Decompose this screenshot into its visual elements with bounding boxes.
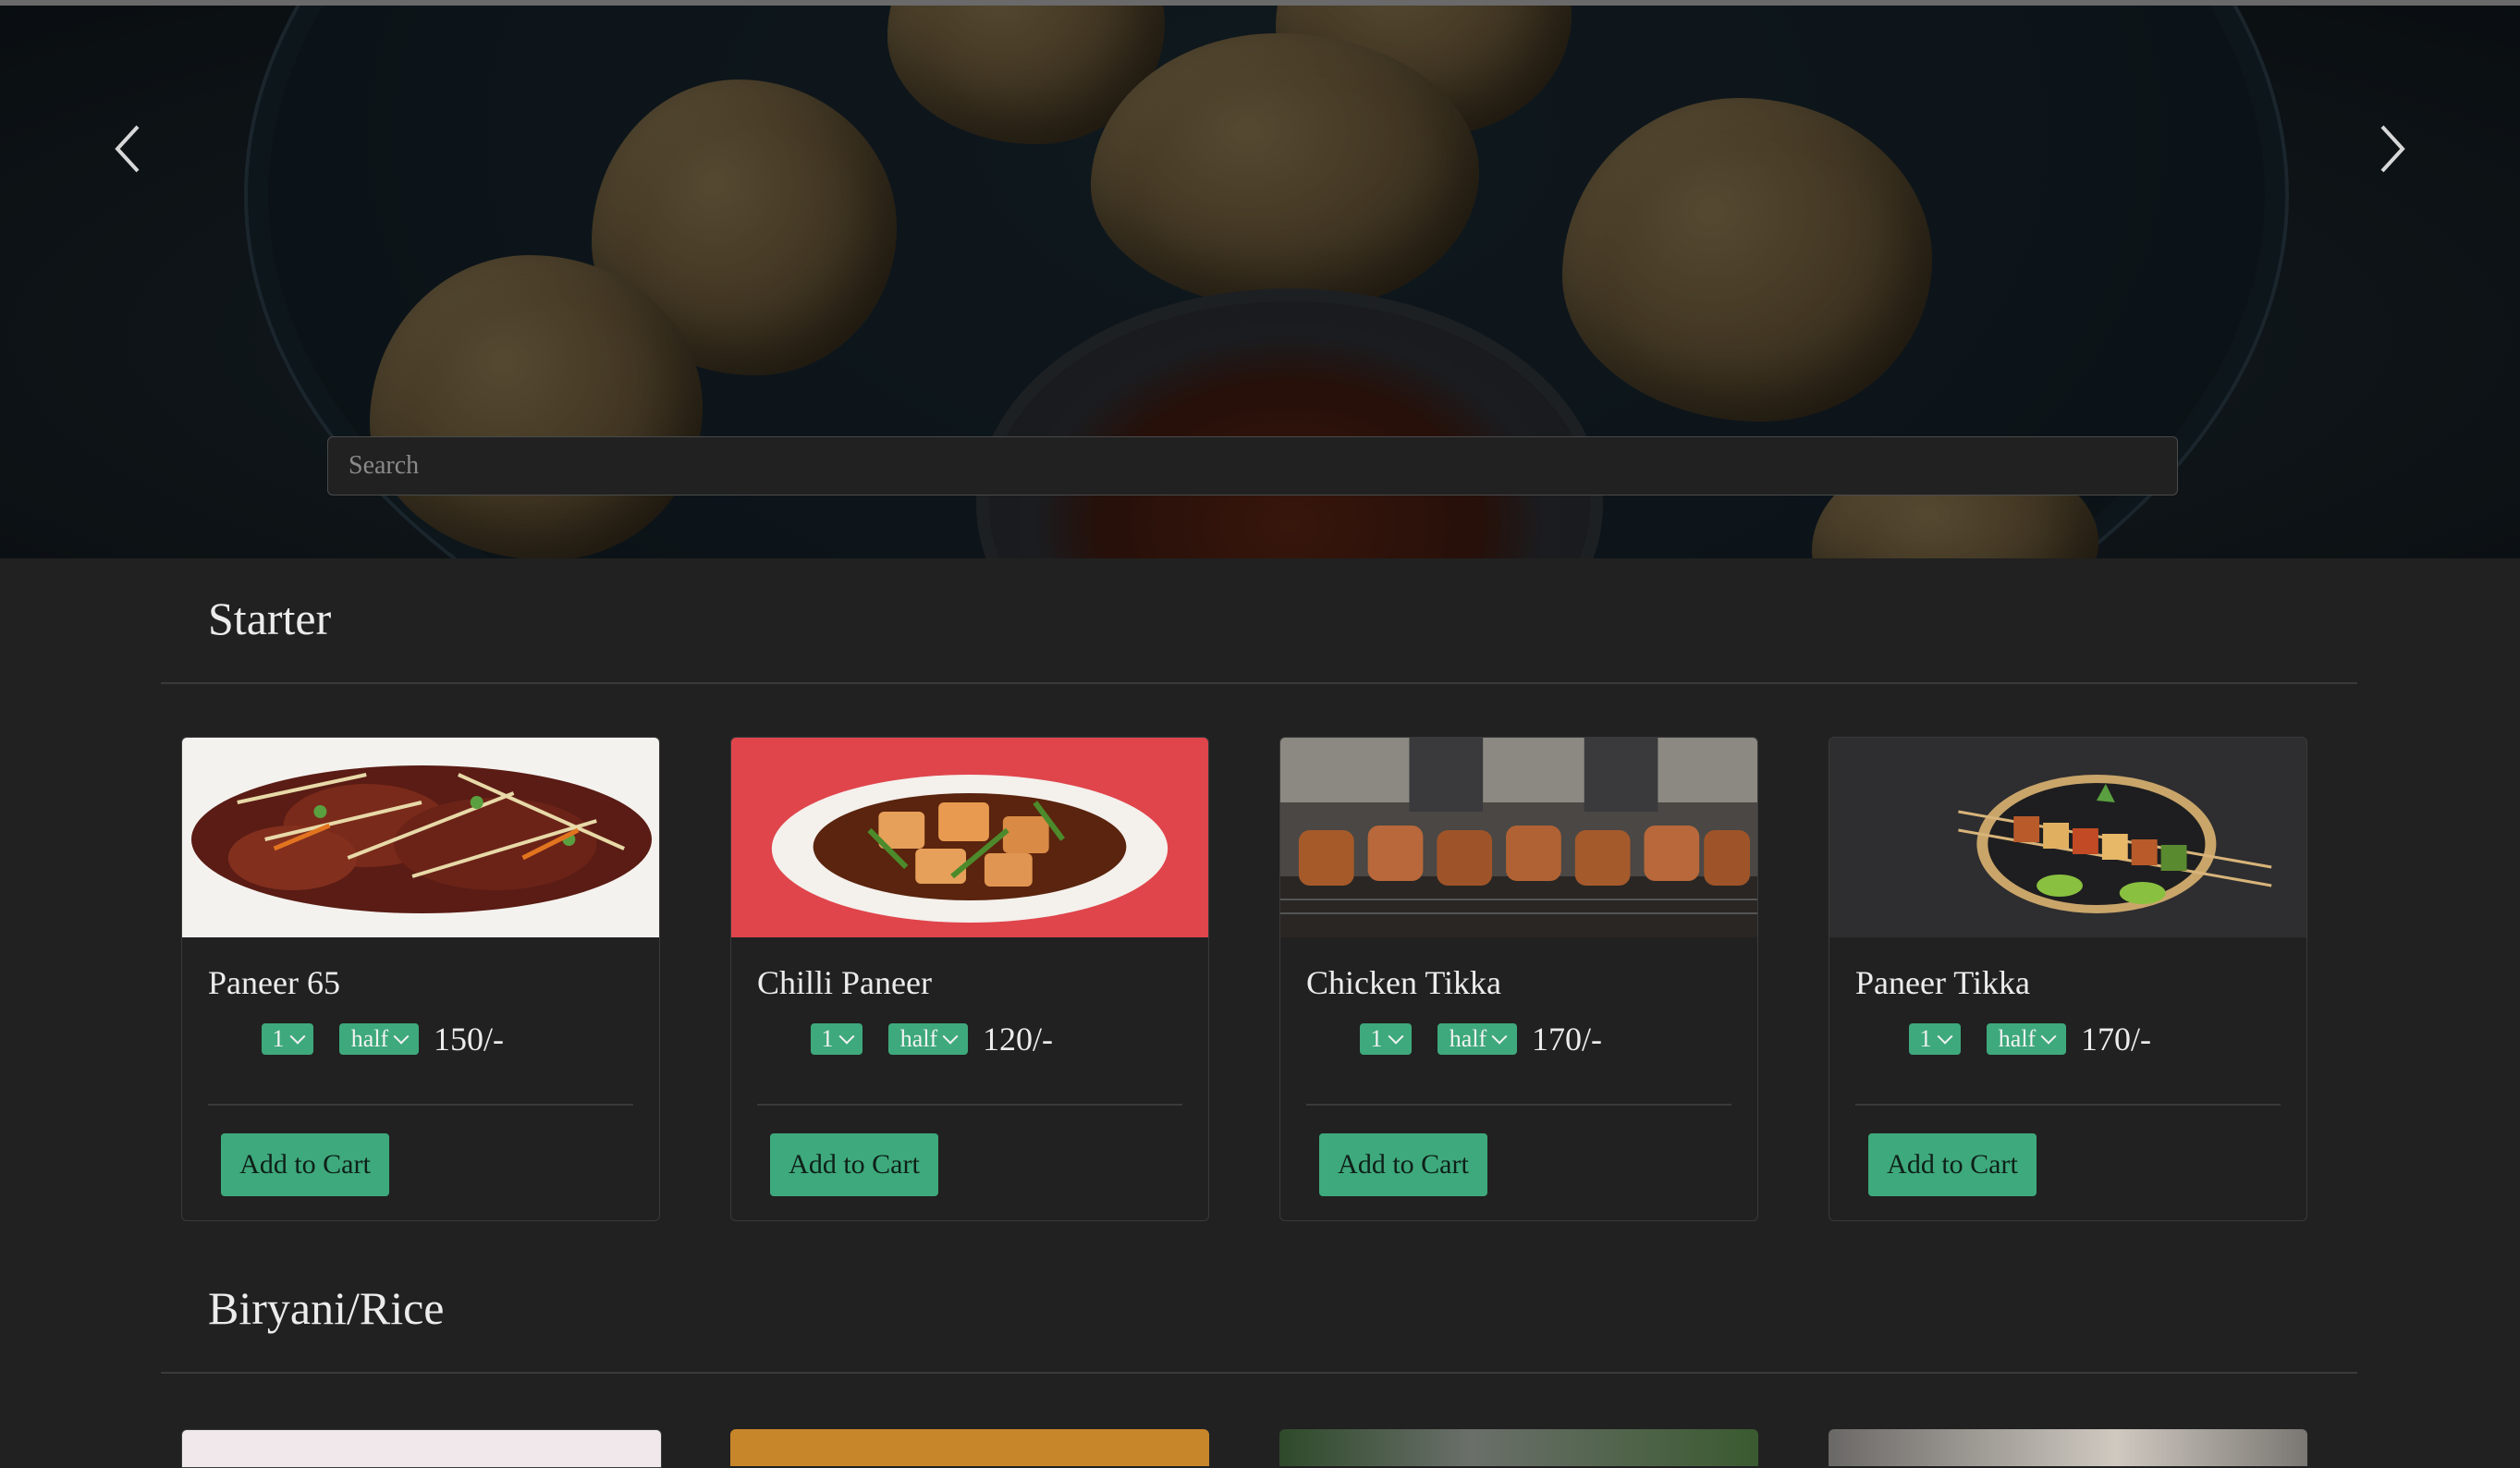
add-to-cart-button[interactable]: Add to Cart [1319,1133,1487,1196]
food-image [731,738,1208,937]
menu-card: Chicken Tikka 1 half 170/- Add to Cart [1279,737,1758,1221]
item-price: 170/- [2081,1021,2151,1058]
card-divider [208,1104,633,1106]
menu-card: Chilli Paneer 1 half 120/- Add to Cart [730,737,1209,1221]
chevron-down-icon [1388,1028,1403,1045]
item-name: Paneer Tikka [1855,964,2030,1001]
portion-select[interactable]: half [1437,1023,1517,1055]
card-divider [1855,1104,2281,1106]
portion-select[interactable]: half [339,1023,419,1055]
section-divider [161,1372,2357,1374]
item-price: 150/- [434,1021,504,1058]
food-image [182,738,659,937]
menu-card: Paneer Tikka 1 half 170/- Add to Cart [1829,737,2307,1221]
add-to-cart-button[interactable]: Add to Cart [221,1133,389,1196]
item-options: 1 half 150/- [262,1021,504,1058]
carousel-prev-button[interactable] [96,116,161,181]
portion-select[interactable]: half [888,1023,968,1055]
chevron-down-icon [838,1028,854,1045]
hero-carousel [0,6,2520,558]
card-divider [1306,1104,1731,1106]
menu-card-image-peek [730,1429,1209,1466]
section-title-biryani-rice: Biryani/Rice [208,1282,445,1334]
item-options: 1 half 170/- [1909,1021,2151,1058]
search-input[interactable] [327,436,2178,495]
menu-card-image-peek [181,1429,662,1468]
chevron-left-icon [115,125,140,173]
chevron-down-icon [942,1028,959,1045]
item-name: Chicken Tikka [1306,964,1502,1001]
quantity-select[interactable]: 1 [262,1023,313,1055]
chevron-right-icon [2380,125,2405,173]
item-options: 1 half 120/- [811,1021,1053,1058]
menu-card: Paneer 65 1 half 150/- Add to Cart [181,737,660,1221]
item-price: 170/- [1532,1021,1602,1058]
chevron-down-icon [2040,1028,2057,1045]
food-image [1280,738,1757,937]
item-name: Chilli Paneer [757,964,932,1001]
menu-card-image-peek [1279,1429,1758,1466]
item-options: 1 half 170/- [1360,1021,1602,1058]
quantity-select[interactable]: 1 [1909,1023,1961,1055]
add-to-cart-button[interactable]: Add to Cart [770,1133,938,1196]
chevron-down-icon [289,1028,305,1045]
item-price: 120/- [983,1021,1053,1058]
add-to-cart-button[interactable]: Add to Cart [1868,1133,2037,1196]
item-name: Paneer 65 [208,964,340,1001]
carousel-next-button[interactable] [2359,116,2424,181]
quantity-select[interactable]: 1 [811,1023,862,1055]
section-title-starter: Starter [208,593,332,644]
chevron-down-icon [1937,1028,1952,1045]
portion-select[interactable]: half [1987,1023,2066,1055]
quantity-select[interactable]: 1 [1360,1023,1412,1055]
card-divider [757,1104,1182,1106]
menu-card-image-peek [1829,1429,2307,1466]
chevron-down-icon [1491,1028,1508,1045]
food-image [1829,738,2306,937]
chevron-down-icon [393,1028,410,1045]
section-divider [161,682,2357,684]
